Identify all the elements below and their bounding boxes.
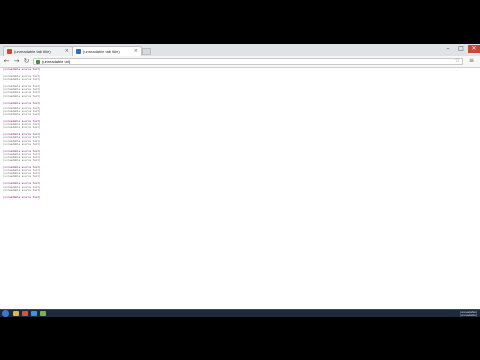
app-icon[interactable]	[40, 311, 46, 316]
maximize-button[interactable]: □	[455, 45, 467, 53]
start-button-icon[interactable]	[2, 310, 9, 317]
browser-window: (unreadable tab title) × (unreadable tab…	[0, 44, 480, 316]
browser-icon[interactable]	[22, 311, 28, 316]
video-frame: (unreadable tab title) × (unreadable tab…	[0, 0, 480, 360]
tab-title: (unreadable tab title)	[83, 49, 120, 54]
tab-filing-1[interactable]: (unreadable tab title) ×	[3, 46, 73, 56]
favicon-icon	[76, 49, 81, 54]
minimize-button[interactable]: –	[442, 45, 454, 53]
tab-title: (unreadable tab title)	[14, 49, 51, 54]
close-icon[interactable]: ×	[134, 49, 138, 54]
system-clock[interactable]: (unreadable) (unreadable)	[460, 311, 477, 317]
new-tab-button[interactable]	[142, 48, 151, 55]
source-line: (unreadable source text)	[3, 195, 41, 199]
favicon-icon	[7, 49, 12, 54]
tab-filing-2[interactable]: (unreadable tab title) ×	[72, 46, 142, 56]
close-icon[interactable]: ×	[65, 49, 69, 54]
close-window-button[interactable]: ✕	[468, 45, 480, 53]
explorer-icon[interactable]	[13, 311, 19, 316]
folder-icon[interactable]	[31, 311, 37, 316]
forward-icon[interactable]: →	[12, 57, 21, 66]
page-info-icon[interactable]	[36, 59, 40, 64]
browser-toolbar: ← → ↻ (unreadable url) ☆ ≡	[0, 56, 480, 68]
view-source-page[interactable]: (unreadable source text) (unreadable sou…	[0, 68, 480, 316]
clock-date: (unreadable)	[459, 313, 477, 317]
bookmark-star-icon[interactable]: ☆	[455, 57, 460, 64]
address-bar[interactable]: (unreadable url)	[33, 58, 463, 65]
address-url: (unreadable url)	[42, 59, 71, 64]
taskbar: (unreadable) (unreadable)	[0, 309, 480, 317]
menu-icon[interactable]: ≡	[469, 57, 474, 64]
back-icon[interactable]: ←	[2, 57, 11, 66]
reload-icon[interactable]: ↻	[22, 57, 31, 66]
